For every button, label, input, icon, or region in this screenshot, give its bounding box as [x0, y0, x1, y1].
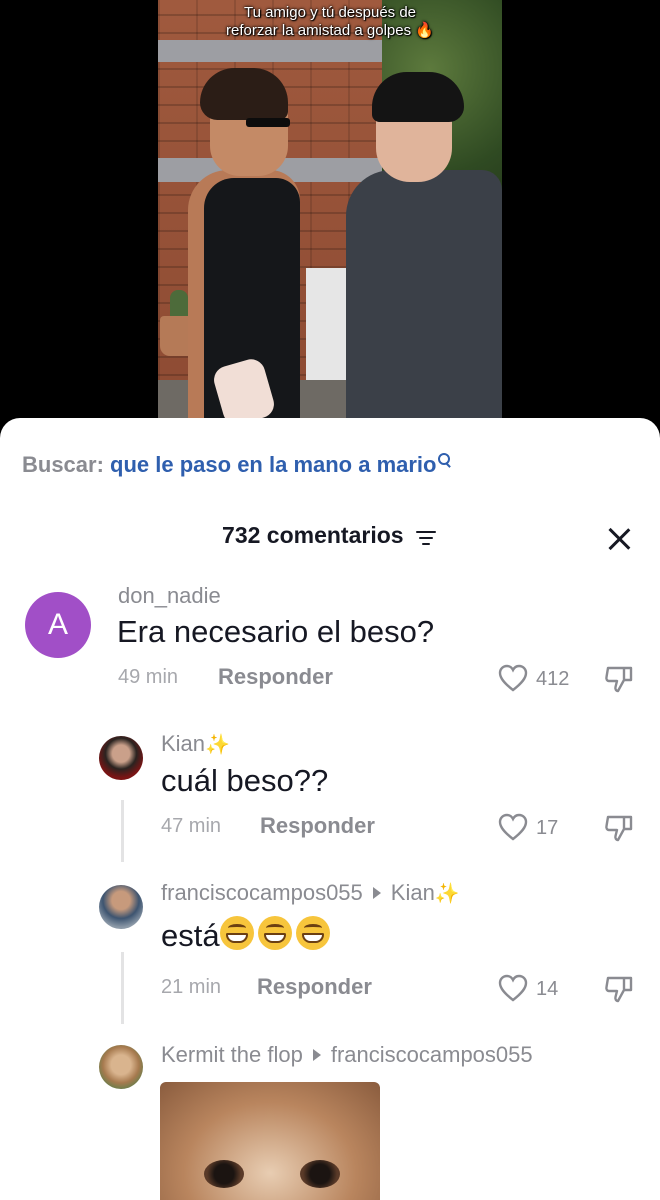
- comment-username[interactable]: Kermit the flop franciscocampos055: [161, 1042, 533, 1068]
- sparkle-icon: ✨: [205, 734, 230, 756]
- comment-image-cat[interactable]: [160, 1082, 380, 1200]
- person-right-denim-jacket: [346, 170, 502, 430]
- comment-username[interactable]: franciscocampos055 Kian✨: [161, 880, 460, 906]
- grinning-emoji-icon: [219, 916, 254, 950]
- dislike-icon[interactable]: [604, 813, 634, 843]
- avatar-letter: A: [47, 608, 68, 641]
- comment-username[interactable]: Kian✨: [161, 731, 230, 757]
- comments-header: 732 comentarios: [0, 522, 660, 558]
- cat-eye: [204, 1160, 244, 1188]
- filter-icon[interactable]: [415, 529, 438, 545]
- like-count: 412: [536, 668, 570, 690]
- grinning-emoji-icon: [257, 916, 292, 950]
- reply-arrow-icon: [372, 887, 381, 900]
- dislike-icon[interactable]: [604, 664, 634, 694]
- search-suggestion[interactable]: Buscar: que le paso en la mano a mario: [22, 452, 451, 478]
- search-icon: [437, 452, 451, 472]
- person-left-hair: [200, 68, 288, 120]
- grinning-emoji-icon: [295, 916, 330, 950]
- video-player[interactable]: Tu amigo y tú después de reforzar la ami…: [158, 0, 502, 430]
- reply-to-username[interactable]: Kian: [391, 880, 435, 905]
- username-text: Kermit the flop: [161, 1042, 303, 1067]
- comment-text: cuál beso??: [161, 763, 329, 798]
- avatar[interactable]: [99, 1045, 143, 1089]
- search-label: Buscar:: [22, 452, 104, 477]
- caption-line-1: Tu amigo y tú después de: [243, 4, 417, 21]
- avatar[interactable]: [99, 736, 143, 780]
- comment-time: 47 min: [161, 815, 222, 837]
- heart-icon[interactable]: [498, 664, 528, 692]
- reply-to-username[interactable]: franciscocampos055: [331, 1042, 533, 1067]
- comments-sheet: Buscar: que le paso en la mano a mario 7…: [0, 418, 660, 1200]
- like-count: 17: [536, 817, 559, 839]
- avatar[interactable]: A: [25, 592, 91, 658]
- caption-line-2: reforzar la amistad a golpes 🔥: [226, 22, 434, 39]
- reply-arrow-icon: [312, 1049, 321, 1062]
- reply-button[interactable]: Responder: [257, 974, 372, 1000]
- comment-text: está: [161, 916, 334, 954]
- comment-time: 49 min: [118, 666, 179, 688]
- thread-line: [121, 952, 124, 1024]
- reply-button[interactable]: Responder: [218, 664, 333, 690]
- comment-text: Era necesario el beso?: [117, 614, 435, 649]
- heart-icon[interactable]: [498, 974, 528, 1002]
- close-icon[interactable]: [606, 526, 632, 552]
- reply-button[interactable]: Responder: [260, 813, 375, 839]
- person-right-hair: [372, 72, 464, 122]
- username-text: franciscocampos055: [161, 880, 363, 905]
- comments-count-title: 732 comentarios: [222, 522, 404, 548]
- sparkle-icon: ✨: [434, 883, 460, 905]
- cat-eye: [300, 1160, 340, 1188]
- thread-line: [121, 800, 124, 862]
- like-count: 14: [536, 978, 559, 1000]
- video-caption: Tu amigo y tú después de reforzar la ami…: [158, 4, 502, 40]
- heart-icon[interactable]: [498, 813, 528, 841]
- comment-username[interactable]: don_nadie: [118, 583, 221, 609]
- comment-text-word: está: [161, 918, 220, 953]
- avatar[interactable]: [99, 885, 143, 929]
- sunglasses: [246, 118, 290, 127]
- comment-time: 21 min: [161, 976, 222, 998]
- dislike-icon[interactable]: [604, 974, 634, 1004]
- username-text: Kian: [161, 731, 206, 756]
- search-query-link[interactable]: que le paso en la mano a mario: [110, 452, 436, 477]
